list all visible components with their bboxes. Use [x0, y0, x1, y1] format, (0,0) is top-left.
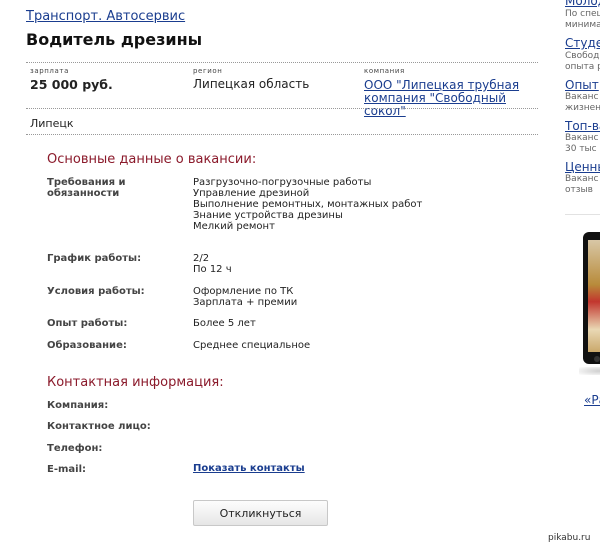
sidebar-item-desc: По спец: [565, 9, 600, 19]
divider: [26, 108, 538, 109]
region-label: регион: [193, 67, 223, 75]
duty-item: Мелкий ремонт: [193, 221, 275, 232]
sidebar-item-desc: 30 тыс: [565, 144, 597, 154]
sidebar-item-title[interactable]: Опыт: [565, 78, 599, 92]
conditions-line: Оформление по ТК: [193, 286, 294, 297]
company-link[interactable]: ООО "Липецкая трубная компания "Свободны…: [364, 79, 544, 118]
sidebar-item-desc: Свобод: [565, 51, 600, 61]
city-value: Липецк: [30, 117, 74, 130]
sidebar-item-title[interactable]: Топ-ва: [565, 119, 600, 133]
duty-item: Управление дрезиной: [193, 188, 310, 199]
page-title: Водитель дрезины: [26, 30, 203, 49]
sidebar-item-title[interactable]: Студе: [565, 36, 600, 50]
tablet-screen: [588, 240, 600, 352]
sidebar-item-title[interactable]: Молод: [565, 0, 600, 8]
contact-heading: Контактная информация:: [47, 375, 224, 390]
education-value: Среднее специальное: [193, 340, 311, 351]
schedule-label: График работы:: [47, 253, 142, 264]
schedule-value: 2/2 По 12 ч: [193, 253, 232, 275]
watermark: pikabu.ru: [548, 533, 591, 543]
salary-value: 25 000 руб.: [30, 77, 113, 92]
divider: [26, 134, 538, 135]
schedule-line: По 12 ч: [193, 264, 232, 275]
salary-label: зарплата: [30, 67, 69, 75]
phone-label: Телефон:: [47, 443, 103, 454]
contact-person-label: Контактное лицо:: [47, 421, 151, 432]
company-label: компания: [364, 67, 405, 75]
duty-item: Знание устройства дрезины: [193, 210, 343, 221]
sidebar-more-link[interactable]: «Ра: [584, 393, 600, 407]
sidebar-item-desc: Ваканс: [565, 133, 599, 143]
respond-button[interactable]: Откликнуться: [193, 500, 328, 526]
show-contacts-link[interactable]: Показать контакты: [193, 463, 305, 474]
contact-company-label: Компания:: [47, 400, 109, 411]
sidebar-divider: [565, 214, 600, 215]
duties-list: Разгрузочно-погрузочные работы Управлени…: [193, 177, 422, 232]
breadcrumb-link[interactable]: Транспорт. Автосервис: [26, 9, 185, 24]
conditions-value: Оформление по ТК Зарплата + премии: [193, 286, 297, 308]
sidebar-item-desc: опыта р: [565, 62, 600, 72]
tablet-home-button: [594, 356, 600, 362]
sidebar-item-title[interactable]: Ценны: [565, 160, 600, 174]
sidebar-item-desc: минима: [565, 20, 600, 30]
divider: [26, 62, 538, 63]
sidebar: Молод По спец минима Студе Свобод опыта …: [565, 0, 600, 547]
education-label: Образование:: [47, 340, 127, 351]
duty-item: Выполнение ремонтных, монтажных работ: [193, 199, 423, 210]
experience-label: Опыт работы:: [47, 318, 128, 329]
conditions-label: Условия работы:: [47, 286, 145, 297]
sidebar-item-desc: отзыв: [565, 185, 593, 195]
experience-value: Более 5 лет: [193, 318, 256, 329]
email-label: E-mail:: [47, 464, 87, 475]
duties-label: Требования и обязанности: [47, 177, 126, 199]
conditions-line: Зарплата + премии: [193, 297, 298, 308]
main-data-heading: Основные данные о вакансии:: [47, 152, 257, 167]
schedule-line: 2/2: [193, 253, 210, 264]
vacancy-main: Транспорт. Автосервис Водитель дрезины з…: [0, 0, 548, 547]
sidebar-item-desc: Ваканс: [565, 174, 599, 184]
duty-item: Разгрузочно-погрузочные работы: [193, 177, 372, 188]
region-value: Липецкая область: [193, 77, 310, 91]
sidebar-item-desc: Ваканс: [565, 92, 599, 102]
tablet-ad-image[interactable]: [583, 232, 600, 364]
tablet-shadow: [579, 367, 600, 375]
sidebar-item-desc: жизнен: [565, 103, 600, 113]
